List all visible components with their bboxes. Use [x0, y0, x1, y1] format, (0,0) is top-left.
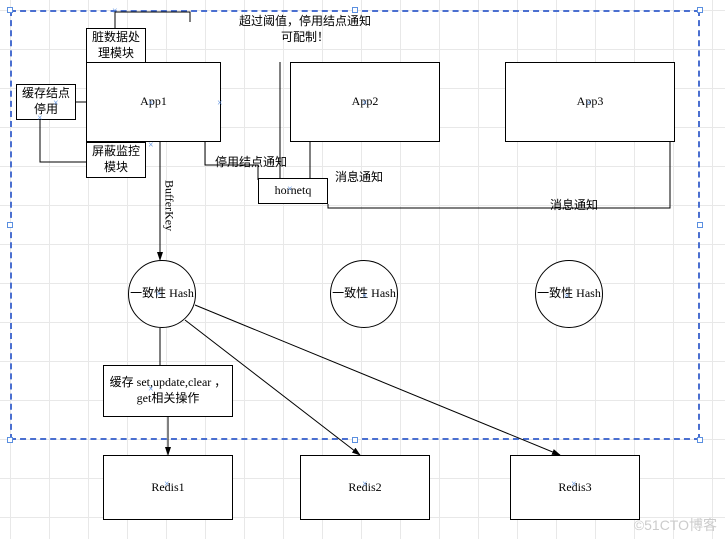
waypoint-icon: ×	[287, 184, 293, 195]
resize-handle[interactable]	[697, 222, 703, 228]
waypoint-icon: ×	[156, 289, 162, 300]
waypoint-icon: ×	[586, 98, 592, 109]
waypoint-icon: ×	[164, 479, 170, 490]
resize-handle[interactable]	[697, 7, 703, 13]
resize-handle[interactable]	[7, 222, 13, 228]
label-msg-notify-2: 消息通知	[550, 198, 598, 214]
waypoint-icon: ×	[37, 113, 43, 124]
hash1-circle[interactable]: 一致性 Hash	[128, 260, 196, 328]
waypoint-icon: ×	[217, 98, 223, 109]
waypoint-icon: ×	[148, 98, 154, 109]
label-bufferkey: BufferKey	[162, 180, 176, 231]
waypoint-icon: ×	[112, 6, 118, 17]
waypoint-icon: ×	[53, 98, 59, 109]
cache-ops-box[interactable]: 缓存 set,update,clear ，get相关操作	[103, 365, 233, 417]
waypoint-icon: ×	[362, 98, 368, 109]
label-disable-notify: 停用结点通知	[215, 155, 287, 171]
note-top: 超过阈值，停用结点通知 可配制！	[220, 14, 390, 45]
resize-handle[interactable]	[697, 437, 703, 443]
watermark: ©51CTO博客	[634, 515, 717, 535]
resize-handle[interactable]	[352, 437, 358, 443]
diagram-canvas: 超过阈值，停用结点通知 可配制！ 脏数据处 理模块 缓存结点 停用 App1 屏…	[0, 0, 725, 539]
waypoint-icon: ×	[362, 291, 368, 302]
waypoint-icon: ×	[148, 384, 154, 395]
module-dirty-data[interactable]: 脏数据处 理模块	[86, 28, 146, 64]
waypoint-icon: ×	[564, 291, 570, 302]
waypoint-icon: ×	[362, 479, 368, 490]
module-cache-disable[interactable]: 缓存结点 停用	[16, 84, 76, 120]
resize-handle[interactable]	[7, 7, 13, 13]
resize-handle[interactable]	[352, 7, 358, 13]
waypoint-icon: ×	[148, 140, 154, 151]
mq-box[interactable]: hornetq	[258, 178, 328, 204]
label-msg-notify-1: 消息通知	[335, 170, 383, 186]
resize-handle[interactable]	[7, 437, 13, 443]
waypoint-icon: ×	[571, 479, 577, 490]
module-shield-monitor[interactable]: 屏蔽监控 模块	[86, 142, 146, 178]
